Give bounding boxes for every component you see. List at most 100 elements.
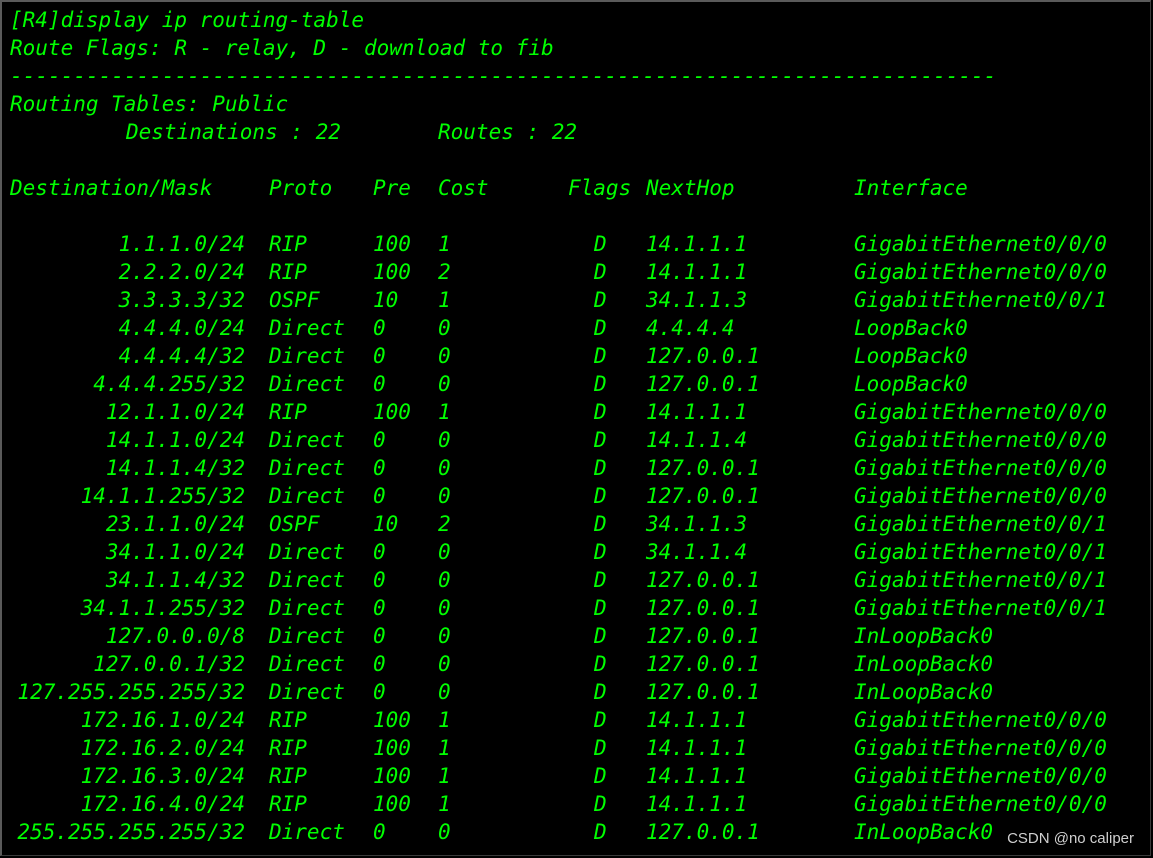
- route-proto: Direct: [269, 344, 345, 368]
- route-flags: D: [594, 456, 607, 480]
- route-nexthop: 14.1.1.4: [646, 428, 748, 452]
- route-pre: 0: [373, 596, 386, 620]
- route-proto: OSPF: [269, 288, 320, 312]
- table-row: 12.1.1.0/24 RIP 100 1 D 14.1.1.1 GigabitEthern…: [2, 398, 1153, 426]
- route-cost: 0: [438, 540, 451, 564]
- route-pre: 0: [373, 680, 386, 704]
- route-cost: 1: [438, 232, 451, 256]
- route-nexthop: 14.1.1.1: [646, 400, 748, 424]
- route-interface: LoopBack0: [854, 372, 968, 396]
- route-cost: 1: [438, 764, 451, 788]
- table-row: 34.1.1.255/32 Direct 0 0 D 127.0.0.1 GigabitEt…: [2, 594, 1153, 622]
- table-row: 34.1.1.4/32 Direct 0 0 D 127.0.0.1 GigabitEthe…: [2, 566, 1153, 594]
- route-interface: GigabitEthernet0/0/0: [854, 792, 1107, 816]
- route-flags: D: [594, 708, 607, 732]
- route-nexthop: 127.0.0.1: [646, 456, 760, 480]
- table-row: 255.255.255.255/32 Direct 0 0 D 127.0.0.1 InLo…: [2, 818, 1153, 846]
- routing-tables-title: Routing Tables: Public: [10, 92, 289, 116]
- route-pre: 0: [373, 652, 386, 676]
- route-flags: D: [594, 596, 607, 620]
- route-cost: 1: [438, 288, 451, 312]
- route-destination: 127.0.0.1/32: [93, 652, 245, 676]
- route-cost: 0: [438, 428, 451, 452]
- route-cost: 1: [438, 736, 451, 760]
- route-nexthop: 34.1.1.4: [646, 540, 748, 564]
- route-pre: 100: [373, 764, 411, 788]
- terminal-window[interactable]: [R4]display ip routing-table Route Flags…: [0, 0, 1151, 856]
- route-flags: D: [594, 652, 607, 676]
- route-flags: D: [594, 792, 607, 816]
- route-destination: 172.16.3.0/24: [80, 764, 245, 788]
- route-cost: 0: [438, 372, 451, 396]
- route-interface: InLoopBack0: [854, 624, 994, 648]
- route-flags: D: [594, 512, 607, 536]
- column-header-interface: Interface: [854, 176, 968, 200]
- route-nexthop: 127.0.0.1: [646, 652, 760, 676]
- route-interface: GigabitEthernet0/0/1: [854, 512, 1107, 536]
- column-header-row: Destination/Mask Proto Pre Cost Flags Ne…: [2, 174, 1153, 202]
- route-interface: InLoopBack0: [854, 652, 994, 676]
- table-row: 127.0.0.0/8 Direct 0 0 D 127.0.0.1 InLoopBack0: [2, 622, 1153, 650]
- route-cost: 2: [438, 512, 451, 536]
- route-cost: 0: [438, 484, 451, 508]
- route-destination: 12.1.1.0/24: [105, 400, 245, 424]
- route-cost: 1: [438, 708, 451, 732]
- route-interface: GigabitEthernet0/0/1: [854, 288, 1107, 312]
- route-cost: 0: [438, 596, 451, 620]
- route-flags: D: [594, 428, 607, 452]
- route-pre: 100: [373, 708, 411, 732]
- route-cost: 0: [438, 344, 451, 368]
- route-pre: 0: [373, 428, 386, 452]
- route-pre: 0: [373, 456, 386, 480]
- table-row: 14.1.1.4/32 Direct 0 0 D 127.0.0.1 GigabitEthe…: [2, 454, 1153, 482]
- column-header-pre: Pre: [373, 176, 411, 200]
- route-nexthop: 127.0.0.1: [646, 372, 760, 396]
- route-destination: 127.0.0.0/8: [105, 624, 245, 648]
- route-flags: D: [594, 540, 607, 564]
- route-cost: 0: [438, 568, 451, 592]
- route-proto: Direct: [269, 652, 345, 676]
- destinations-count: Destinations : 22: [126, 120, 341, 144]
- route-pre: 100: [373, 260, 411, 284]
- table-row: 23.1.1.0/24 OSPF 10 2 D 34.1.1.3 GigabitEthern…: [2, 510, 1153, 538]
- table-row: 127.255.255.255/32 Direct 0 0 D 127.0.0.1 InLo…: [2, 678, 1153, 706]
- route-interface: GigabitEthernet0/0/1: [854, 596, 1107, 620]
- route-destination: 127.255.255.255/32: [17, 680, 245, 704]
- table-row: 4.4.4.255/32 Direct 0 0 D 127.0.0.1 LoopBack0: [2, 370, 1153, 398]
- route-flags: D: [594, 820, 607, 844]
- route-flags: D: [594, 484, 607, 508]
- route-flags: D: [594, 736, 607, 760]
- route-pre: 100: [373, 792, 411, 816]
- route-nexthop: 127.0.0.1: [646, 624, 760, 648]
- route-nexthop: 127.0.0.1: [646, 344, 760, 368]
- route-proto: Direct: [269, 568, 345, 592]
- route-proto: RIP: [269, 764, 307, 788]
- route-interface: GigabitEthernet0/0/0: [854, 736, 1107, 760]
- route-proto: Direct: [269, 484, 345, 508]
- route-interface: LoopBack0: [854, 316, 968, 340]
- route-nexthop: 127.0.0.1: [646, 568, 760, 592]
- route-interface: InLoopBack0: [854, 680, 994, 704]
- route-proto: Direct: [269, 540, 345, 564]
- route-destination: 2.2.2.0/24: [118, 260, 245, 284]
- route-pre: 0: [373, 344, 386, 368]
- command-line: [R4]display ip routing-table: [10, 8, 365, 32]
- route-flags: D: [594, 400, 607, 424]
- route-proto: Direct: [269, 428, 345, 452]
- route-proto: RIP: [269, 400, 307, 424]
- route-destination: 172.16.1.0/24: [80, 708, 245, 732]
- route-destination: 4.4.4.4/32: [118, 344, 245, 368]
- route-flags: D: [594, 764, 607, 788]
- route-flags: D: [594, 260, 607, 284]
- route-destination: 14.1.1.255/32: [80, 484, 245, 508]
- route-proto: RIP: [269, 260, 307, 284]
- route-proto: Direct: [269, 596, 345, 620]
- route-flags: D: [594, 624, 607, 648]
- route-pre: 0: [373, 624, 386, 648]
- route-destination: 14.1.1.0/24: [105, 428, 245, 452]
- route-pre: 10: [373, 288, 399, 312]
- route-destination: 23.1.1.0/24: [105, 512, 245, 536]
- route-flags: D: [594, 372, 607, 396]
- route-proto: Direct: [269, 624, 345, 648]
- route-nexthop: 14.1.1.1: [646, 260, 748, 284]
